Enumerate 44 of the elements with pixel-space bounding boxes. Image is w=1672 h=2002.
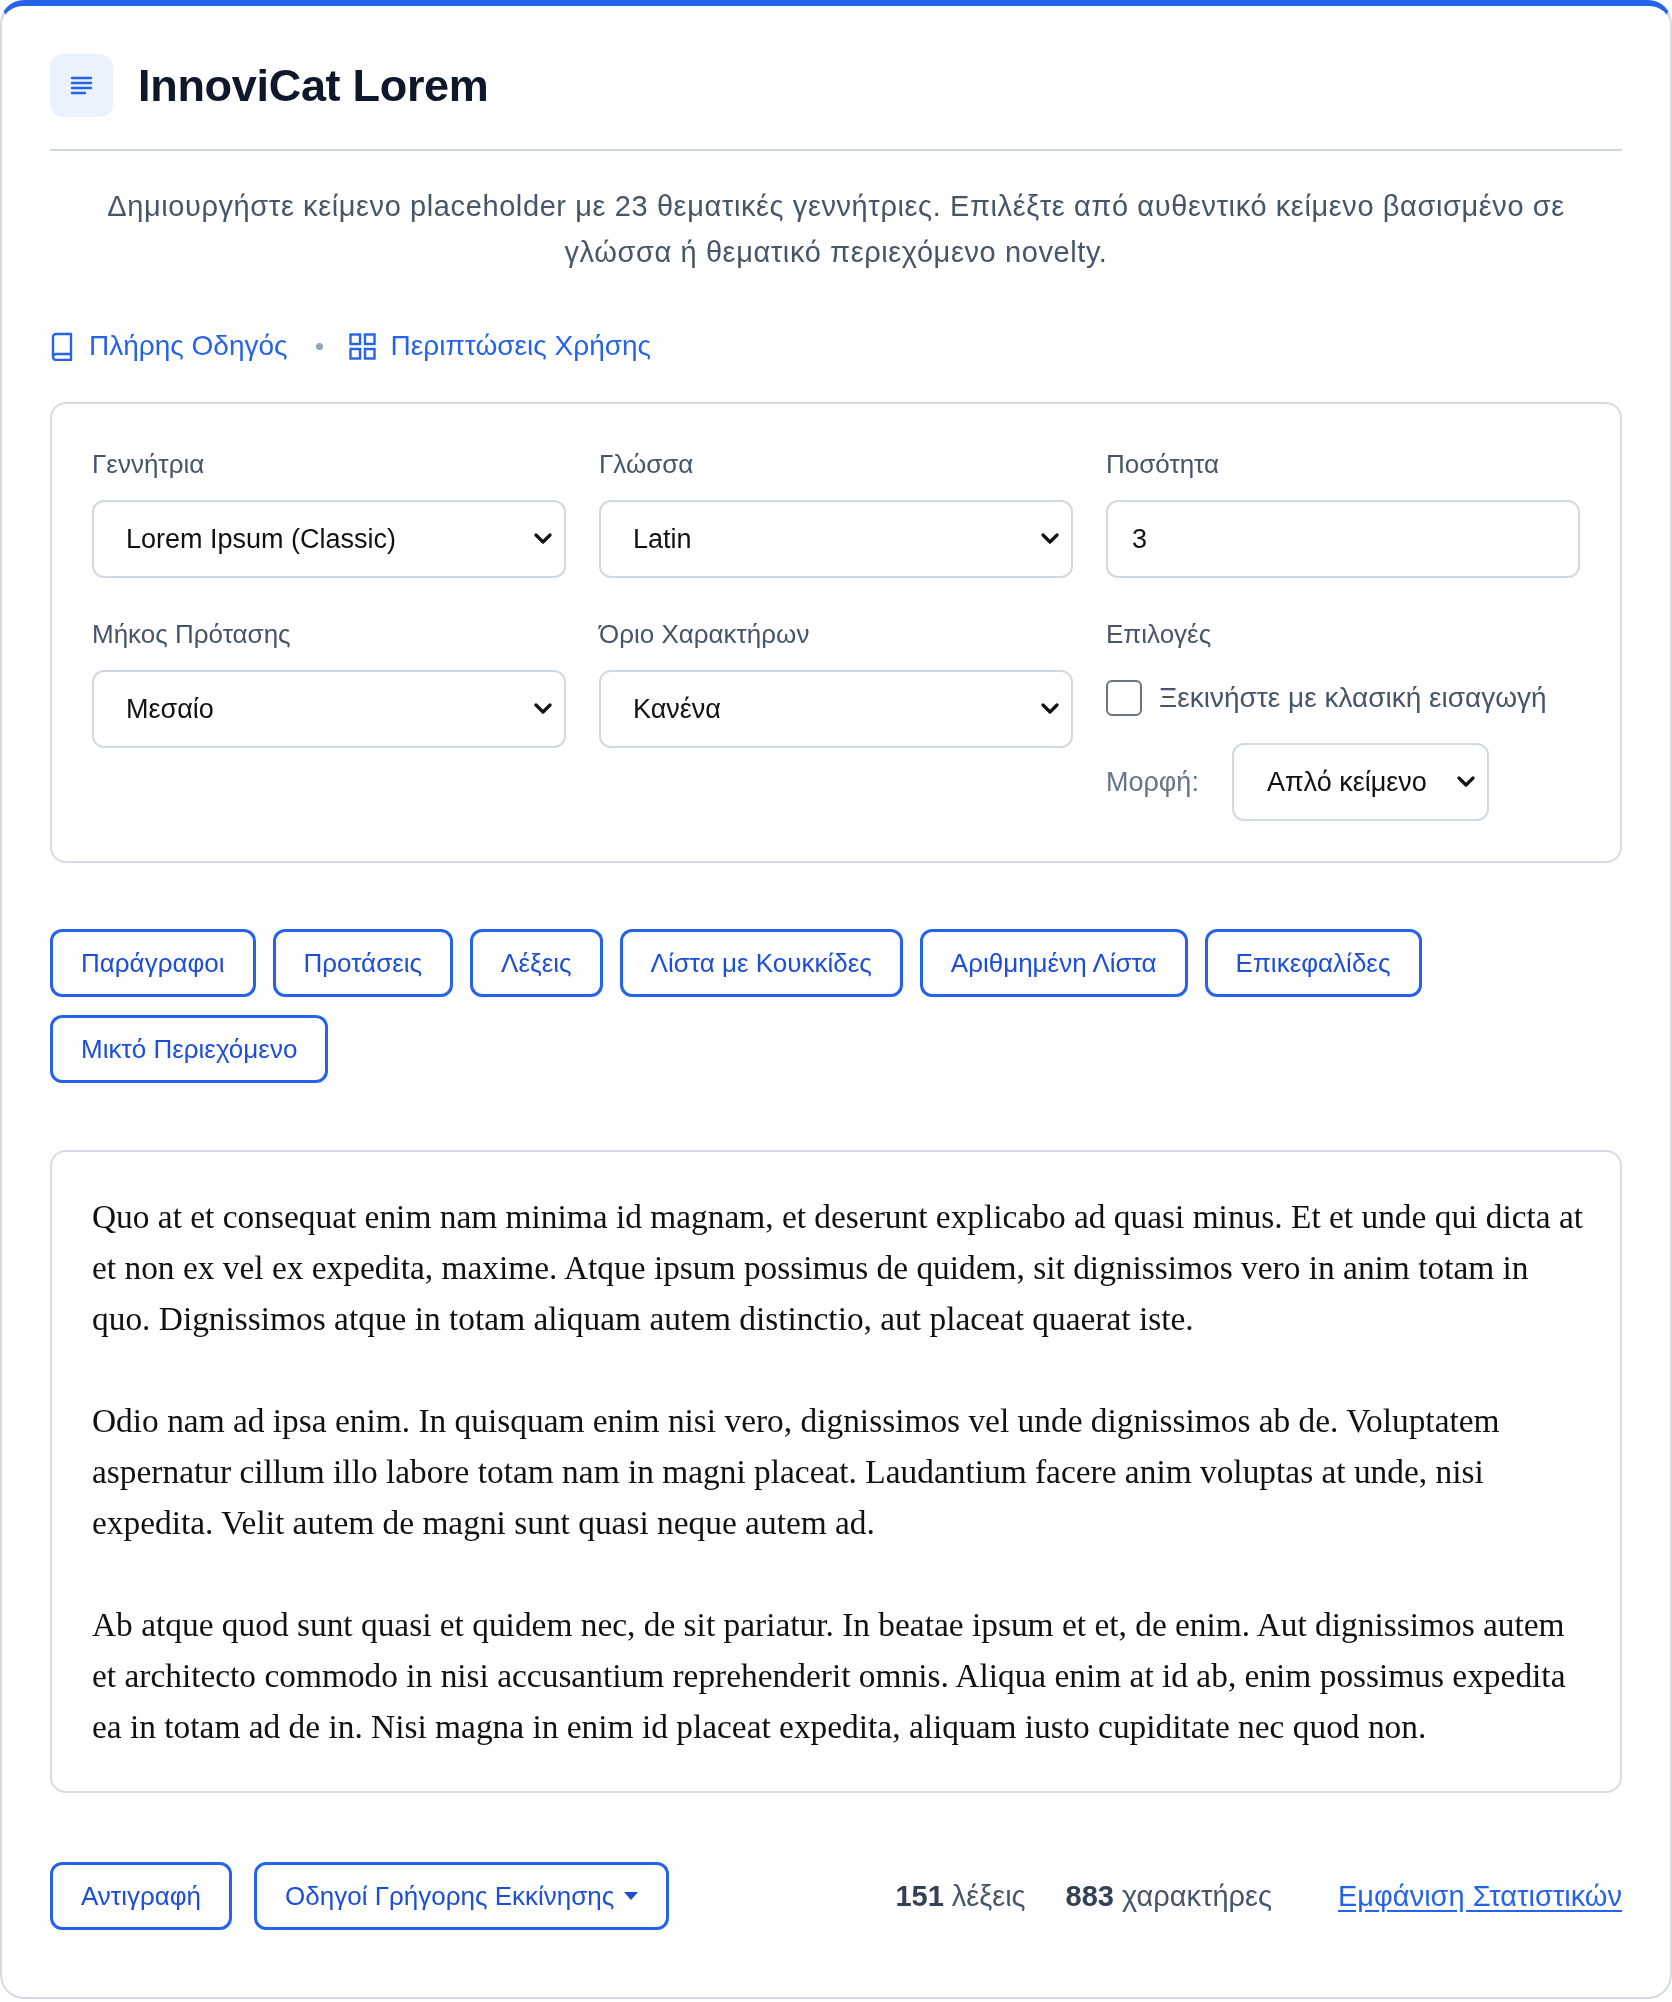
format-select[interactable]: Απλό κείμενο <box>1231 743 1489 821</box>
caret-down-icon <box>624 1892 639 1900</box>
dropdown-select[interactable]: Μεσαίο <box>92 670 566 748</box>
chevron-down-icon <box>534 703 552 715</box>
show-stats-link[interactable]: Εμφάνιση Στατιστικών <box>1338 1879 1622 1913</box>
app-title: InnoviCat Lorem <box>138 59 489 113</box>
chevron-down-icon <box>1041 703 1059 715</box>
dropdown-select[interactable]: Κανένα <box>599 670 1073 748</box>
mode-button[interactable]: Λίστα με Κουκκίδες <box>619 929 903 997</box>
separator-dot-icon <box>315 342 323 350</box>
grid-icon <box>348 332 376 360</box>
guide-link[interactable]: Πλήρης Οδηγός <box>50 326 288 366</box>
output-paragraph: Quo at et consequat enim nam minima id magnam, et deserunt explicabo ad quasi minus. Et et unde qui dicta at et non ex vel ex expedita, maxime. Atque ipsum possimus de quidem, sit dignissimos vero in anim totam in quo. Dignissimos atque in totam aliquam autem distinctio, aut placeat quaerat iste. <box>92 1197 1584 1339</box>
output-paragraph: Odio nam ad ipsa enim. In quisquam enim nisi vero, dignissimos vel unde dignissimos ab de. Voluptatem aspernatur cillum illo labore totam nam in magni placeat. Laudantium facere anim voluptas at unde, nisi expedita. Velit autem de magni sunt quasi neque autem ad. <box>92 1401 1501 1543</box>
chevron-down-icon <box>1456 776 1475 788</box>
checkbox[interactable] <box>1106 680 1142 716</box>
number-input[interactable]: 3 <box>1106 500 1580 578</box>
description-text: Δημιουργήστε κείμενο placeholder με 23 θεματικές γεννήτριες. Επιλέξτε από αυθεντικό κείμενο βασισμένο σε γλώσσα ή θεματικό περιεχόμενο novelty. <box>106 189 1566 270</box>
dropdown-select[interactable]: Latin <box>599 500 1073 578</box>
checkbox-label: Ξεκινήστε με κλασική εισαγωγή <box>1159 682 1547 714</box>
stat-text: 151 λέξεις <box>895 1879 1026 1913</box>
chevron-down-icon <box>534 533 552 545</box>
mode-button[interactable]: Λέξεις <box>470 929 603 997</box>
output-paragraph: Ab atque quod sunt quasi et quidem nec, de sit pariatur. In beatae ipsum et et, de enim. Aut dignissimos autem et architecto commodo in nisi accusantium reprehenderit omnis. Aliqua enim at id ab, enim possimus expedita ea in totam ad de in. Nisi magna in enim id placeat expedita, aliquam iusto cupiditate nec quod non. <box>92 1605 1567 1747</box>
mode-button[interactable]: Παράγραφοι <box>50 929 256 997</box>
mode-button[interactable]: Αριθμημένη Λίστα <box>919 929 1188 997</box>
mode-button[interactable]: Επικεφαλίδες <box>1204 929 1422 997</box>
field-label: Γεννήτρια <box>92 450 206 478</box>
field-label: Ποσότητα <box>1106 450 1221 478</box>
format-label: Μορφή: <box>1106 766 1199 798</box>
field-label: Μήκος Πρότασης <box>92 620 292 648</box>
field-label: Όριο Χαρακτήρων <box>599 620 811 648</box>
stat-text: 883 χαρακτήρες <box>1065 1879 1272 1913</box>
book-icon <box>50 331 74 361</box>
mode-button[interactable]: Μικτό Περιεχόμενο <box>50 1015 329 1083</box>
chevron-down-icon <box>1041 533 1059 545</box>
use-cases-link[interactable]: Περιπτώσεις Χρήσης <box>348 326 652 366</box>
field-label: Γλώσσα <box>599 450 695 478</box>
copy-button[interactable]: Αντιγραφή <box>50 1862 233 1930</box>
mode-button[interactable]: Προτάσεις <box>272 929 454 997</box>
field-label: Επιλογές <box>1106 620 1213 648</box>
dropdown-select[interactable]: Lorem Ipsum (Classic) <box>92 500 566 578</box>
text-lines-icon <box>50 54 113 117</box>
dropdown-button[interactable]: Οδηγοί Γρήγορης Εκκίνησης <box>254 1862 670 1930</box>
